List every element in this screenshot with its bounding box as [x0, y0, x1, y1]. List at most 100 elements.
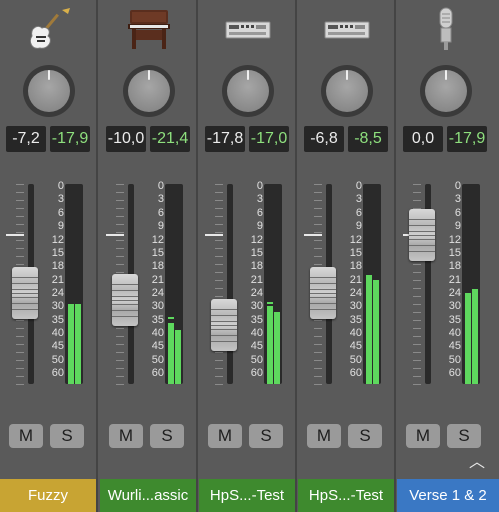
fader-grip-line	[211, 321, 237, 323]
db-scale-label: 3	[256, 193, 263, 205]
volume-fader[interactable]	[211, 299, 237, 352]
peak-readout[interactable]: -17,9	[50, 126, 90, 152]
fader-tick	[16, 384, 24, 385]
fader-grip-line	[409, 219, 435, 221]
channel-name[interactable]: HpS...-Test	[199, 479, 295, 512]
fader-tick	[215, 208, 223, 209]
db-scale-label: 9	[355, 220, 362, 232]
fader-grip-line	[112, 303, 138, 305]
volume-readout[interactable]: -7,2	[6, 126, 46, 152]
db-scale-label: 18	[151, 260, 164, 272]
fader-tick	[16, 328, 24, 329]
db-scale-label: 24	[448, 287, 461, 299]
peak-readout[interactable]: -17,9	[447, 126, 487, 152]
db-scale-label: 12	[448, 234, 461, 246]
level-meter	[65, 184, 83, 384]
db-scale-label: 60	[250, 367, 263, 379]
db-scale: 0 3 6 9 12 15 18 21 24 30 35 40 45 50 60	[42, 180, 64, 390]
peak-readout[interactable]: -21,4	[150, 126, 190, 152]
fader-tick	[413, 288, 421, 289]
fader-tick	[215, 224, 223, 225]
volume-readout[interactable]: -10,0	[106, 126, 146, 152]
volume-fader[interactable]	[409, 209, 435, 262]
volume-readout[interactable]: -6,8	[304, 126, 344, 152]
pan-knob[interactable]	[123, 65, 175, 117]
meter-bar-left	[168, 322, 174, 384]
fader-tick	[413, 352, 421, 353]
electric-guitar-icon[interactable]	[24, 6, 74, 52]
synth-module-icon[interactable]	[223, 6, 273, 52]
mute-button[interactable]: M	[208, 424, 242, 448]
fader-tick	[215, 376, 223, 377]
fader-tick	[314, 336, 322, 337]
pan-knob[interactable]	[222, 65, 274, 117]
fader-scale	[205, 184, 225, 385]
volume-fader[interactable]	[12, 267, 38, 319]
fader-tick	[116, 360, 124, 361]
volume-readout[interactable]: 0,0	[403, 126, 443, 152]
pan-indicator	[445, 70, 447, 80]
fader-track[interactable]	[227, 184, 233, 384]
solo-button[interactable]: S	[249, 424, 283, 448]
channel-strip: -6,8 -8,5 0 3 6 9 12 15 18 21 24 30 35 40 45 50 60 M S HpS.…	[298, 0, 396, 512]
channel-name[interactable]: Fuzzy	[0, 479, 96, 512]
fader-tick	[413, 360, 421, 361]
fader-grip-line	[112, 309, 138, 311]
fader-tick	[116, 184, 124, 185]
meter-bar-right	[472, 288, 478, 384]
fader-tick	[116, 208, 124, 209]
solo-button[interactable]: S	[150, 424, 184, 448]
peak-readout[interactable]: -17,0	[249, 126, 289, 152]
fader-tick	[314, 248, 322, 249]
mute-button[interactable]: M	[307, 424, 341, 448]
channel-name[interactable]: Verse 1 & 2	[397, 479, 499, 512]
volume-fader[interactable]	[112, 273, 138, 326]
chevron-up-icon[interactable]: ︿	[466, 452, 488, 474]
fader-grip-line	[112, 295, 138, 297]
solo-button[interactable]: S	[50, 424, 84, 448]
electric-piano-icon[interactable]	[124, 6, 174, 52]
fader-grip-line	[12, 277, 38, 278]
level-meter	[165, 184, 183, 384]
fader-tick	[116, 240, 124, 241]
fader-grip-line	[409, 251, 435, 253]
pan-knob[interactable]	[321, 65, 373, 117]
fader-tick	[215, 192, 223, 193]
fader-tick	[413, 368, 421, 369]
db-scale-label: 35	[151, 314, 164, 326]
fader-grip-line	[12, 293, 38, 294]
fader-tick	[413, 184, 421, 185]
fader-tick	[314, 360, 322, 361]
db-scale-label: 50	[151, 354, 164, 366]
db-scale-label: 60	[448, 367, 461, 379]
channel-name[interactable]: HpS...-Test	[298, 479, 394, 512]
mixer: -7,2 -17,9 0 3 6 9 12 15 18 21 24 30 35 40 45 50 60 M S Fuz…	[0, 0, 499, 512]
solo-button[interactable]: S	[348, 424, 382, 448]
solo-button[interactable]: S	[447, 424, 481, 448]
fader-tick	[413, 376, 421, 377]
peak-readout[interactable]: -8,5	[348, 126, 388, 152]
volume-fader[interactable]	[310, 267, 336, 319]
fader-tick	[116, 384, 124, 385]
fader-grip-line	[12, 283, 38, 284]
synth-module-icon[interactable]	[322, 6, 372, 52]
fader-grip-line	[310, 303, 336, 304]
meter-bar-right	[274, 311, 280, 384]
mute-button[interactable]: M	[406, 424, 440, 448]
pan-knob[interactable]	[420, 65, 472, 117]
fader-tick	[16, 232, 24, 233]
mute-button[interactable]: M	[109, 424, 143, 448]
db-scale-label: 50	[51, 354, 64, 366]
db-scale-label: 35	[51, 314, 64, 326]
db-scale-label: 40	[151, 327, 164, 339]
mute-button[interactable]: M	[9, 424, 43, 448]
fader-tick	[215, 264, 223, 265]
channel-name[interactable]: Wurli...assic	[100, 479, 196, 512]
fader-tick	[314, 320, 322, 321]
db-scale-label: 6	[256, 207, 263, 219]
volume-readout[interactable]: -17,8	[205, 126, 245, 152]
fader-tick	[116, 352, 124, 353]
fader-tick	[314, 352, 322, 353]
condenser-microphone-icon[interactable]	[421, 6, 471, 52]
pan-knob[interactable]	[23, 65, 75, 117]
